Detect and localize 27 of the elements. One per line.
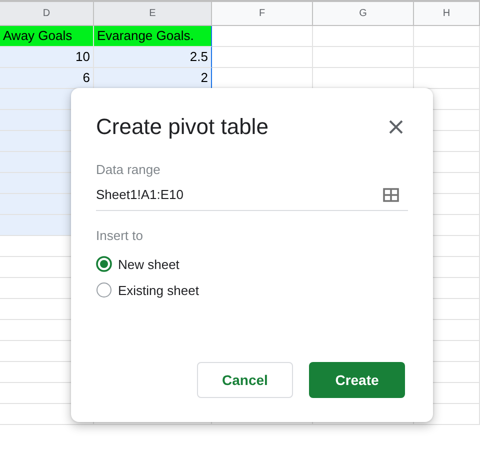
cancel-button[interactable]: Cancel: [197, 362, 293, 398]
table-cell: 2.5: [94, 47, 212, 68]
table-cell: 10: [0, 47, 94, 68]
radio-option[interactable]: New sheet: [96, 255, 409, 273]
dialog-title: Create pivot table: [96, 114, 268, 140]
table-cell: 2: [94, 68, 212, 89]
radio-button[interactable]: [96, 256, 112, 272]
column-header[interactable]: E: [94, 2, 212, 26]
field-label: Data range: [96, 162, 162, 177]
create-button[interactable]: Create: [309, 362, 405, 398]
table-cell: 6: [0, 68, 94, 89]
option-label: Existing sheet: [118, 282, 199, 298]
table-cell: Away Goals: [0, 26, 94, 47]
column-header[interactable]: D: [0, 2, 94, 26]
table-cell: [414, 26, 480, 47]
data-range-field[interactable]: Sheet1!A1:E10: [96, 179, 408, 211]
radio-option[interactable]: Existing sheet: [96, 281, 409, 299]
section-label: Insert to: [96, 228, 144, 243]
column-header[interactable]: G: [313, 2, 414, 26]
column-header[interactable]: H: [414, 2, 480, 26]
grid-icon[interactable]: [383, 188, 399, 202]
table-cell: [414, 47, 480, 68]
close-icon[interactable]: [388, 119, 404, 135]
radio-button[interactable]: [96, 282, 112, 298]
column-header[interactable]: F: [212, 2, 313, 26]
option-label: New sheet: [118, 256, 180, 272]
table-cell: Evarange Goals.: [94, 26, 212, 47]
